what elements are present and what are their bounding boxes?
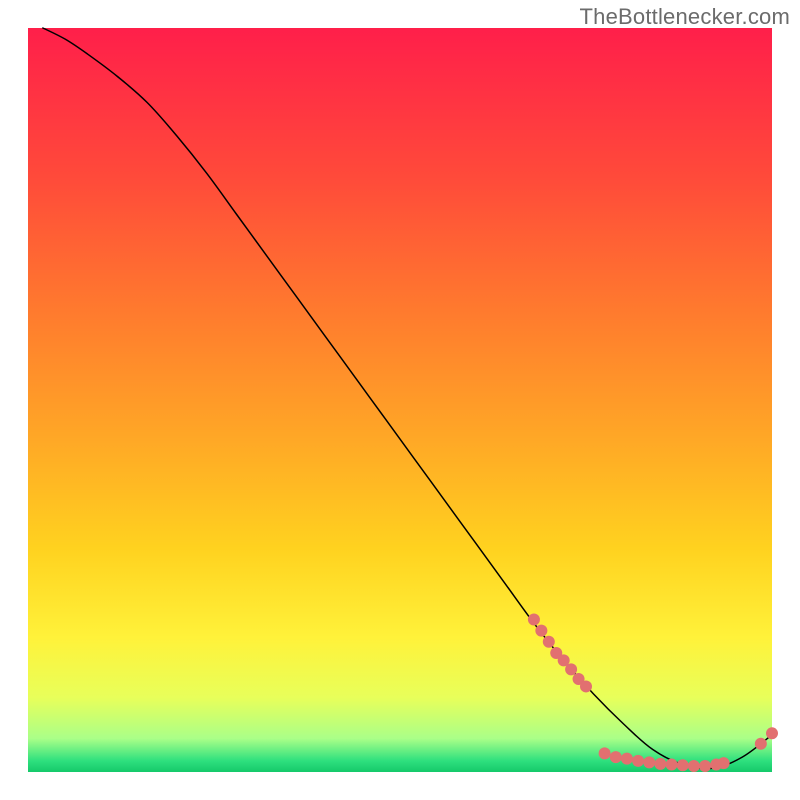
data-marker	[677, 759, 689, 771]
data-marker	[610, 751, 622, 763]
watermark-text: TheBottlenecker.com	[580, 4, 790, 30]
data-marker	[654, 758, 666, 770]
data-marker	[535, 625, 547, 637]
data-marker	[528, 613, 540, 625]
data-marker	[643, 756, 655, 768]
bottleneck-curve	[43, 28, 772, 769]
data-marker	[632, 755, 644, 767]
data-marker	[565, 663, 577, 675]
chart-container: TheBottlenecker.com	[0, 0, 800, 800]
curve-markers	[528, 613, 778, 772]
data-marker	[666, 759, 678, 771]
plot-svg	[28, 28, 772, 772]
data-marker	[718, 757, 730, 769]
data-marker	[688, 760, 700, 772]
data-marker	[621, 753, 633, 765]
plot-area	[28, 28, 772, 772]
data-marker	[699, 760, 711, 772]
data-marker	[766, 727, 778, 739]
data-marker	[599, 747, 611, 759]
data-marker	[580, 680, 592, 692]
data-marker	[755, 738, 767, 750]
data-marker	[543, 636, 555, 648]
